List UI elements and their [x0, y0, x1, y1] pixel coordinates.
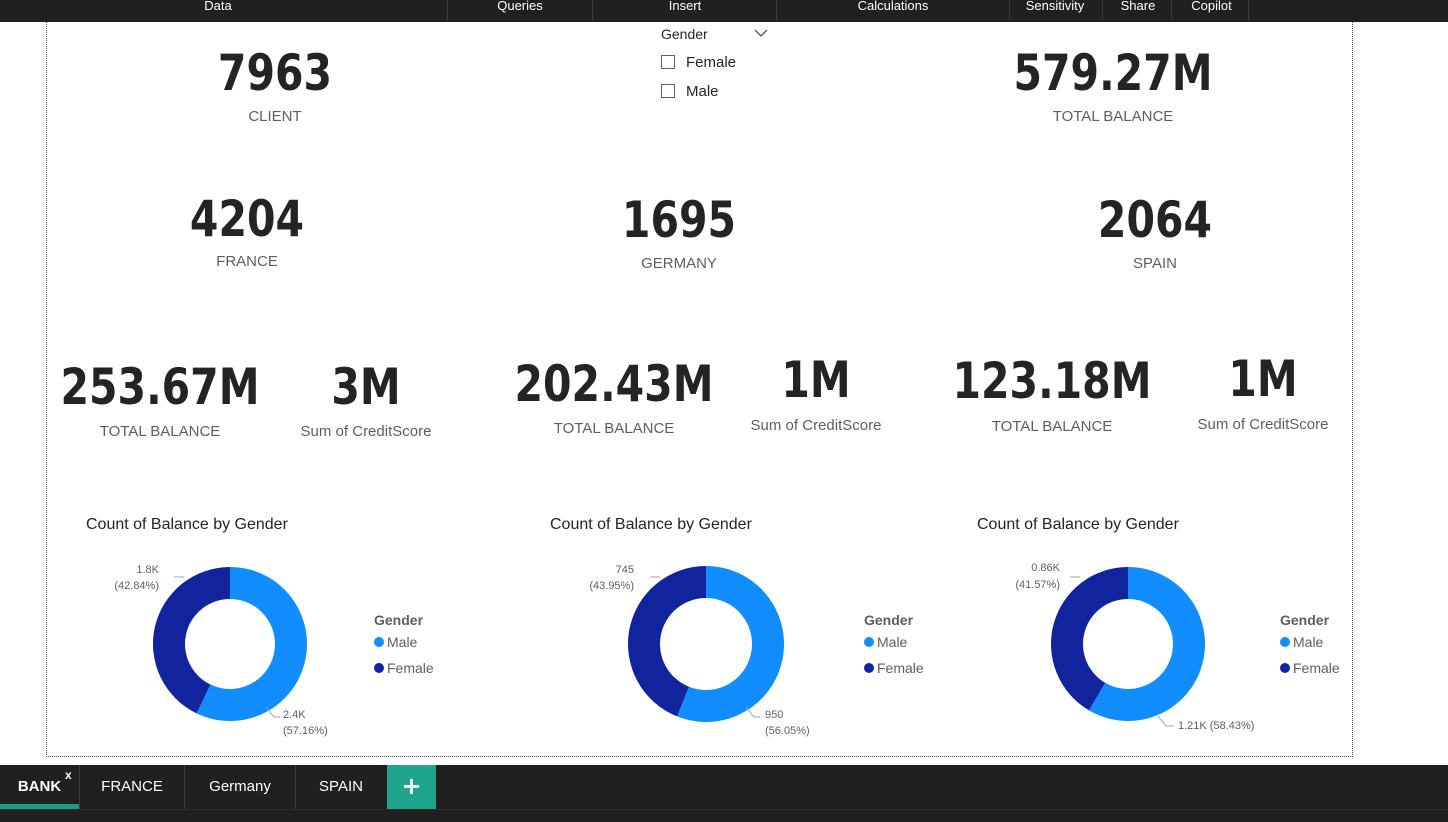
- germany-balance-label: TOTAL BALANCE: [553, 420, 675, 437]
- ribbon-calculations[interactable]: Calculations: [845, 0, 941, 22]
- legend-title: Gender: [864, 612, 914, 628]
- slicer-option-label: Female: [686, 54, 737, 71]
- ribbon-share[interactable]: Share: [1113, 0, 1163, 22]
- chevron-down-icon[interactable]: [754, 28, 768, 38]
- legend-label: Female: [387, 660, 434, 676]
- donut-chart-spain[interactable]: 0.86K (41.57%) 1.21K (58.43%): [988, 550, 1278, 750]
- germany-credit-label: Sum of CreditScore: [750, 417, 882, 434]
- total-balance-label: TOTAL BALANCE: [1052, 108, 1174, 125]
- legend-label: Male: [1293, 634, 1324, 650]
- ribbon-copilot[interactable]: Copilot: [1183, 0, 1240, 22]
- france-credit-label: Sum of CreditScore: [300, 423, 432, 440]
- ribbon-separator: [1102, 0, 1103, 20]
- checkbox-male[interactable]: [661, 84, 675, 98]
- france-count-value: 4204: [189, 190, 305, 248]
- donut-slices: [1051, 567, 1205, 721]
- spain-balance-value: 123.18M: [952, 352, 1152, 410]
- germany-credit-value: 1M: [781, 351, 851, 409]
- france-count-label: FRANCE: [216, 253, 278, 270]
- chart-title: Count of Balance by Gender: [86, 516, 288, 533]
- legend-label: Male: [877, 634, 908, 650]
- legend-title: Gender: [374, 612, 424, 628]
- chart-title: Count of Balance by Gender: [977, 516, 1179, 533]
- ribbon-separator: [1009, 0, 1010, 20]
- ribbon-bar: Data Queries Insert Calculations Sensiti…: [0, 0, 1448, 22]
- tab-germany[interactable]: Germany: [185, 765, 295, 809]
- legend-label: Female: [877, 660, 924, 676]
- data-label: (57.16%): [283, 725, 328, 737]
- tab-label: SPAIN: [319, 778, 363, 795]
- donut-slices: [627, 566, 784, 722]
- legend-item-male[interactable]: Male: [864, 634, 907, 650]
- ribbon-insert[interactable]: Insert: [655, 0, 715, 22]
- ribbon-data[interactable]: Data: [188, 0, 248, 22]
- status-strip: [0, 809, 1448, 822]
- donut-chart-germany[interactable]: 745 (43.95%) 950 (56.05%): [566, 550, 846, 750]
- legend-item-female[interactable]: Female: [1280, 660, 1340, 676]
- spain-credit-value: 1M: [1228, 350, 1298, 408]
- france-balance-value: 253.67M: [60, 358, 260, 416]
- data-label: 1.21K (58.43%): [1178, 720, 1254, 732]
- legend-label: Female: [1293, 660, 1340, 676]
- gender-slicer: Gender Female Male: [661, 26, 771, 100]
- donut-chart-france[interactable]: 1.8K (42.84%) 2.4K (57.16%): [90, 550, 370, 750]
- ribbon-separator: [592, 0, 593, 20]
- legend-dot-female: [1280, 663, 1290, 673]
- ribbon-separator: [1248, 0, 1249, 20]
- data-label: 2.4K: [283, 709, 306, 721]
- legend-dot-female: [864, 663, 874, 673]
- legend-dot-male: [374, 637, 384, 647]
- ribbon-sensitivity[interactable]: Sensitivity: [1017, 0, 1093, 22]
- data-label: (41.57%): [1015, 579, 1060, 591]
- data-label: 745: [616, 564, 634, 576]
- spain-count-label: SPAIN: [1133, 255, 1177, 272]
- chart-title: Count of Balance by Gender: [550, 516, 752, 533]
- data-label: 0.86K: [1031, 562, 1060, 574]
- legend-dot-male: [864, 637, 874, 647]
- legend-label: Male: [387, 634, 418, 650]
- tab-spain[interactable]: SPAIN: [296, 765, 386, 809]
- tab-france[interactable]: FRANCE: [80, 765, 184, 809]
- legend-dot-male: [1280, 637, 1290, 647]
- leader-line: [1157, 715, 1174, 727]
- data-label: (43.95%): [589, 580, 634, 592]
- total-balance-value: 579.27M: [1013, 44, 1213, 102]
- legend-item-female[interactable]: Female: [374, 660, 434, 676]
- tab-label: BANK: [17, 778, 62, 795]
- legend-dot-female: [374, 663, 384, 673]
- data-label: 1.8K: [136, 564, 159, 576]
- germany-count-value: 1695: [621, 191, 737, 249]
- add-page-button[interactable]: +: [387, 765, 436, 809]
- client-count-label: CLIENT: [248, 108, 302, 125]
- germany-balance-value: 202.43M: [514, 355, 714, 413]
- germany-count-label: GERMANY: [641, 255, 717, 272]
- close-tab-icon[interactable]: x: [65, 768, 72, 782]
- legend-item-female[interactable]: Female: [864, 660, 924, 676]
- data-label: (56.05%): [765, 725, 810, 737]
- tab-label: Germany: [209, 778, 271, 795]
- data-label: 950: [765, 709, 783, 721]
- ribbon-queries[interactable]: Queries: [485, 0, 555, 22]
- donut-slices: [152, 567, 307, 721]
- spain-balance-label: TOTAL BALANCE: [991, 418, 1113, 435]
- checkbox-female[interactable]: [661, 55, 675, 69]
- ribbon-separator: [447, 0, 448, 20]
- ribbon-separator: [1171, 0, 1172, 20]
- slicer-option-label: Male: [686, 83, 719, 100]
- ribbon-separator: [776, 0, 777, 20]
- france-balance-label: TOTAL BALANCE: [99, 423, 221, 440]
- legend-item-male[interactable]: Male: [1280, 634, 1323, 650]
- tab-label: FRANCE: [101, 778, 163, 795]
- legend-item-male[interactable]: Male: [374, 634, 417, 650]
- spain-credit-label: Sum of CreditScore: [1197, 416, 1329, 433]
- france-credit-value: 3M: [331, 358, 401, 416]
- data-label: (42.84%): [114, 580, 159, 592]
- spain-count-value: 2064: [1097, 191, 1213, 249]
- client-count-value: 7963: [217, 44, 333, 102]
- legend-title: Gender: [1280, 612, 1330, 628]
